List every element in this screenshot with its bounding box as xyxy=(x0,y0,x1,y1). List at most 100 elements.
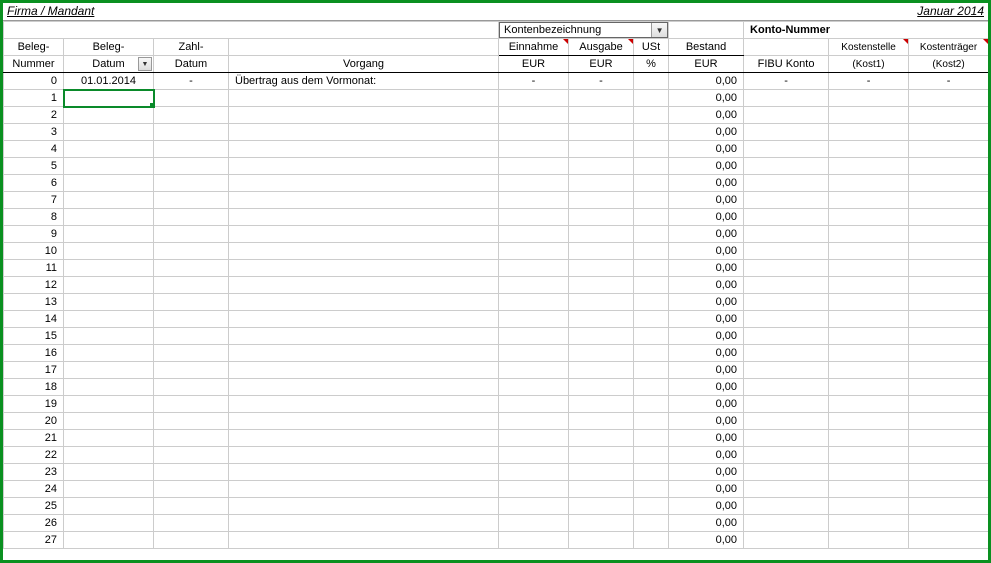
cell-kost2[interactable] xyxy=(909,124,989,141)
cell-bestand[interactable]: 0,00 xyxy=(669,430,744,447)
cell-bestand[interactable]: 0,00 xyxy=(669,498,744,515)
cell-num[interactable]: 11 xyxy=(4,260,64,277)
cell-fibu[interactable] xyxy=(744,226,829,243)
cell-einnahme[interactable] xyxy=(499,192,569,209)
cell-datum[interactable] xyxy=(64,447,154,464)
cell-bestand[interactable]: 0,00 xyxy=(669,345,744,362)
cell-num[interactable]: 10 xyxy=(4,243,64,260)
cell-ust[interactable] xyxy=(634,464,669,481)
cell-kost2[interactable] xyxy=(909,107,989,124)
table-row[interactable]: 190,00 xyxy=(4,396,989,413)
cell-kost1[interactable] xyxy=(829,107,909,124)
cell-einnahme[interactable] xyxy=(499,311,569,328)
cell-kost1[interactable] xyxy=(829,396,909,413)
table-row[interactable]: 0 01.01.2014 - Übertrag aus dem Vormonat… xyxy=(4,73,989,90)
cell-einnahme[interactable] xyxy=(499,396,569,413)
cell-einnahme[interactable] xyxy=(499,141,569,158)
cell-einnahme[interactable] xyxy=(499,294,569,311)
cell-kost2[interactable] xyxy=(909,294,989,311)
cell-vorgang[interactable] xyxy=(229,362,499,379)
cell-ust[interactable] xyxy=(634,362,669,379)
cell-vorgang[interactable] xyxy=(229,107,499,124)
cell-datum[interactable] xyxy=(64,413,154,430)
cell-datum[interactable] xyxy=(64,260,154,277)
cell-zahl[interactable] xyxy=(154,311,229,328)
cell-bestand[interactable]: 0,00 xyxy=(669,396,744,413)
cell-kost2[interactable] xyxy=(909,277,989,294)
cell-bestand[interactable]: 0,00 xyxy=(669,464,744,481)
table-row[interactable]: 240,00 xyxy=(4,481,989,498)
cell-kost2[interactable] xyxy=(909,345,989,362)
cell-kost1[interactable] xyxy=(829,447,909,464)
cell-zahl[interactable] xyxy=(154,209,229,226)
cell-kost1[interactable] xyxy=(829,141,909,158)
cell-vorgang[interactable] xyxy=(229,430,499,447)
cell-fibu[interactable] xyxy=(744,396,829,413)
cell-bestand[interactable]: 0,00 xyxy=(669,515,744,532)
cell-zahl[interactable] xyxy=(154,430,229,447)
table-row[interactable]: 220,00 xyxy=(4,447,989,464)
cell-bestand[interactable]: 0,00 xyxy=(669,447,744,464)
table-row[interactable]: 100,00 xyxy=(4,243,989,260)
cell-zahl[interactable] xyxy=(154,175,229,192)
cell-kost1[interactable]: - xyxy=(829,73,909,90)
cell-kost2[interactable] xyxy=(909,447,989,464)
cell-num[interactable]: 0 xyxy=(4,73,64,90)
cell-ust[interactable] xyxy=(634,209,669,226)
cell-zahl[interactable]: - xyxy=(154,73,229,90)
cell-einnahme[interactable] xyxy=(499,481,569,498)
cell-kost2[interactable] xyxy=(909,90,989,107)
cell-ust[interactable] xyxy=(634,328,669,345)
cell-bestand[interactable]: 0,00 xyxy=(669,243,744,260)
table-row[interactable]: 80,00 xyxy=(4,209,989,226)
cell-kost2[interactable] xyxy=(909,532,989,549)
cell-bestand[interactable]: 0,00 xyxy=(669,413,744,430)
cell-vorgang[interactable] xyxy=(229,209,499,226)
cell-bestand[interactable]: 0,00 xyxy=(669,158,744,175)
cell-num[interactable]: 5 xyxy=(4,158,64,175)
cell-ust[interactable] xyxy=(634,192,669,209)
cell-vorgang[interactable]: Übertrag aus dem Vormonat: xyxy=(229,73,499,90)
cell-ust[interactable] xyxy=(634,311,669,328)
cell-kost2[interactable] xyxy=(909,379,989,396)
cell-zahl[interactable] xyxy=(154,464,229,481)
cell-ausgabe[interactable] xyxy=(569,141,634,158)
cell-einnahme[interactable] xyxy=(499,379,569,396)
cell-kost1[interactable] xyxy=(829,328,909,345)
cell-fibu[interactable] xyxy=(744,379,829,396)
cell-einnahme[interactable] xyxy=(499,515,569,532)
cell-bestand[interactable]: 0,00 xyxy=(669,209,744,226)
cell-datum[interactable] xyxy=(64,311,154,328)
cell-vorgang[interactable] xyxy=(229,175,499,192)
table-row[interactable]: 250,00 xyxy=(4,498,989,515)
cell-ust[interactable] xyxy=(634,175,669,192)
cell-einnahme[interactable] xyxy=(499,345,569,362)
cell-vorgang[interactable] xyxy=(229,379,499,396)
cell-ausgabe[interactable] xyxy=(569,294,634,311)
cell-zahl[interactable] xyxy=(154,498,229,515)
table-row[interactable]: 270,00 xyxy=(4,532,989,549)
cell-kost2[interactable] xyxy=(909,481,989,498)
table-row[interactable]: 90,00 xyxy=(4,226,989,243)
cell-num[interactable]: 21 xyxy=(4,430,64,447)
cell-bestand[interactable]: 0,00 xyxy=(669,277,744,294)
cell-kost2[interactable] xyxy=(909,260,989,277)
table-row[interactable]: 30,00 xyxy=(4,124,989,141)
cell-zahl[interactable] xyxy=(154,124,229,141)
cell-zahl[interactable] xyxy=(154,515,229,532)
cell-vorgang[interactable] xyxy=(229,277,499,294)
cell-num[interactable]: 14 xyxy=(4,311,64,328)
cell-fibu[interactable] xyxy=(744,192,829,209)
cell-kost1[interactable] xyxy=(829,158,909,175)
cell-num[interactable]: 22 xyxy=(4,447,64,464)
cell-ust[interactable] xyxy=(634,226,669,243)
cell-bestand[interactable]: 0,00 xyxy=(669,532,744,549)
cell-ust[interactable] xyxy=(634,532,669,549)
cell-einnahme[interactable] xyxy=(499,362,569,379)
cell-einnahme[interactable] xyxy=(499,226,569,243)
cell-kost1[interactable] xyxy=(829,175,909,192)
cell-kost2[interactable] xyxy=(909,192,989,209)
cell-bestand[interactable]: 0,00 xyxy=(669,73,744,90)
cell-ust[interactable] xyxy=(634,90,669,107)
cell-datum[interactable] xyxy=(64,90,154,107)
